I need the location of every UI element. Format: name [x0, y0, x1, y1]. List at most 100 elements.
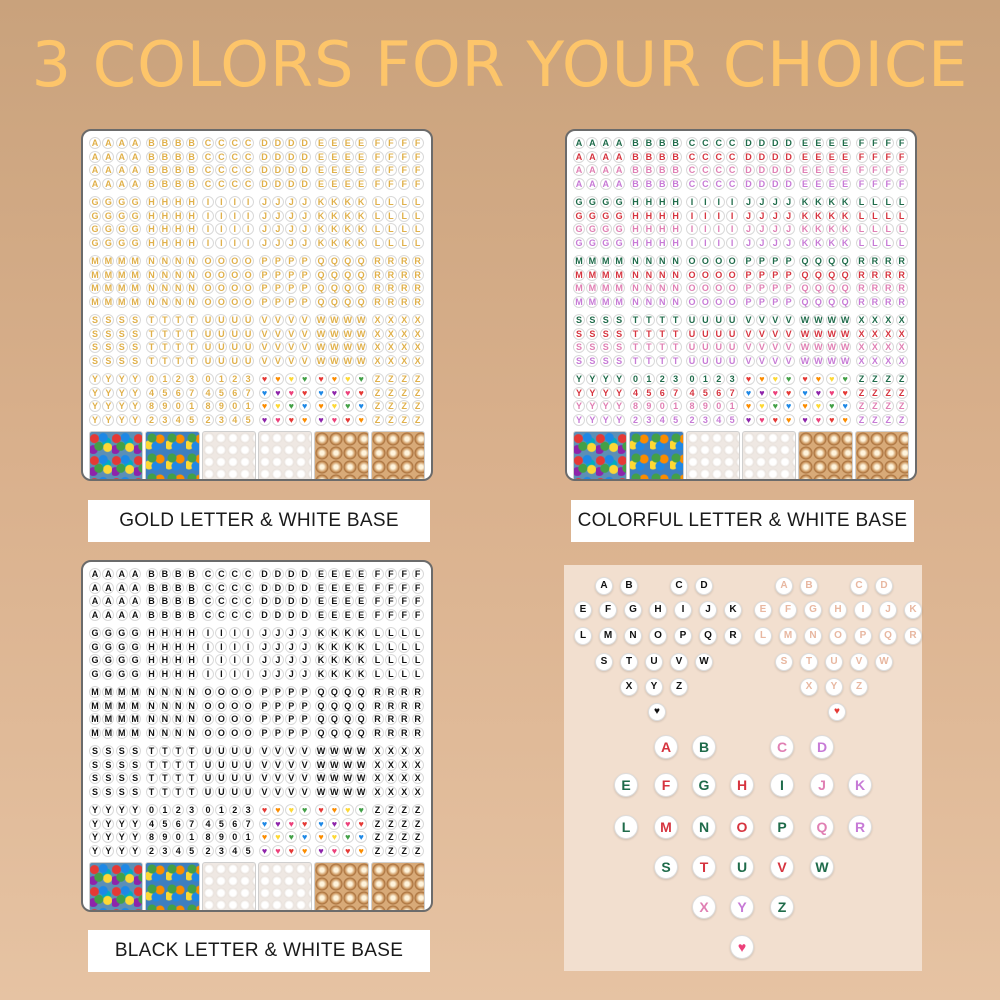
letter-bead: 2 [712, 373, 725, 385]
letter-bead: A [654, 735, 678, 759]
letter-bead: A [599, 137, 612, 149]
compartment: 0123456789012345 [202, 804, 256, 858]
heart-bead: ♥ [285, 413, 298, 426]
letter-bead: L [371, 667, 384, 680]
letter-bead: F [398, 595, 411, 607]
letter-bead: U [242, 314, 255, 326]
letter-bead: Z [371, 844, 384, 857]
letter-bead: F [868, 150, 881, 163]
letter-bead: M [129, 713, 142, 725]
letter-bead: W [355, 314, 368, 326]
letter-bead: G [586, 236, 599, 249]
letter-bead: D [285, 581, 298, 594]
letter-bead: U [686, 354, 698, 367]
letter-bead: U [686, 341, 698, 353]
letter-bead: 8 [145, 831, 158, 843]
heart-bead: ♥ [258, 831, 271, 843]
letter-bead: V [285, 758, 298, 771]
letter-bead: O [242, 726, 255, 739]
letter-bead: C [228, 137, 241, 149]
letter-bead: P [258, 295, 271, 308]
letter-bead: O [242, 686, 255, 698]
letter-bead: R [882, 255, 895, 267]
letter-bead: V [769, 327, 782, 340]
heart-bead: ♥ [355, 400, 368, 412]
letter-bead: 8 [202, 831, 214, 843]
letter-bead: N [158, 295, 171, 308]
letter-bead: U [712, 341, 725, 353]
letter-bead: S [129, 354, 142, 367]
letter-bead: S [89, 745, 101, 757]
letter-bead: T [145, 314, 158, 326]
letter-bead: G [573, 196, 585, 208]
letter-bead: T [185, 745, 198, 757]
letter-bead: V [782, 327, 795, 340]
compartment: HHHHHHHHHHHHHHHH [145, 196, 200, 250]
letter-bead: S [89, 314, 101, 326]
letter-bead: D [742, 137, 755, 149]
letter-bead: N [656, 268, 669, 281]
letter-bead: O [202, 699, 214, 712]
letter-bead: F [371, 164, 384, 176]
letter-bead: W [341, 354, 354, 367]
letter-bead: Z [868, 400, 881, 412]
compartment: PPPPPPPPPPPPPPPP [742, 255, 797, 309]
letter-bead: O [726, 282, 739, 294]
letter-bead: P [271, 282, 284, 294]
heart-bead: ♥ [755, 386, 768, 399]
letter-bead: Z [855, 373, 868, 385]
letter-bead: F [411, 581, 424, 594]
heart-bead: ♥ [341, 400, 354, 412]
letter-bead: G [692, 773, 716, 797]
letter-bead: W [341, 758, 354, 771]
heart-bead: ♥ [328, 400, 341, 412]
letter-bead: W [812, 354, 825, 367]
letter-bead: P [271, 713, 284, 725]
compartment: WWWWWWWWWWWWWWWW [799, 314, 853, 368]
letter-bead: W [328, 758, 341, 771]
letter-bead: N [145, 686, 158, 698]
letter-bead: X [411, 785, 424, 798]
letter-bead: A [586, 137, 599, 149]
heart-bead: ♥ [298, 831, 311, 843]
letter-bead: O [699, 255, 712, 267]
letter-bead: A [115, 608, 128, 621]
letter-bead: M [129, 255, 142, 267]
letter-bead: W [315, 314, 327, 326]
letter-bead: T [629, 354, 642, 367]
letter-bead: B [145, 595, 158, 607]
letter-bead: N [145, 699, 158, 712]
letter-bead: 9 [642, 400, 655, 412]
letter-bead: I [726, 196, 739, 208]
letter-bead: O [228, 255, 241, 267]
letter-bead: F [384, 581, 397, 594]
letter-bead: Z [384, 400, 397, 412]
letter-bead: R [855, 268, 868, 281]
letter-bead: B [185, 137, 198, 149]
letter-bead: X [384, 327, 397, 340]
heart-bead: ♥ [825, 413, 838, 426]
letter-bead: A [573, 137, 585, 149]
letter-bead: D [298, 137, 311, 149]
heart-bead: ♥ [315, 413, 327, 426]
letter-bead: F [384, 177, 397, 190]
letter-bead: P [769, 268, 782, 281]
letter-bead: K [904, 601, 922, 619]
letter-bead: Z [371, 373, 384, 385]
letter-bead: E [355, 164, 368, 176]
letter-bead: B [172, 137, 185, 149]
compartment: JJJJJJJJJJJJJJJJ [258, 627, 313, 681]
letter-bead: Q [879, 627, 897, 645]
letter-bead: M [102, 726, 115, 739]
letter-bead: F [895, 177, 908, 190]
letter-bead: P [755, 255, 768, 267]
letter-bead: Q [355, 726, 368, 739]
letter-compartments: AAAAAAAAAAAAAAAABBBBBBBBBBBBBBBBCCCCCCCC… [89, 568, 425, 858]
letter-bead: Z [882, 413, 895, 426]
letter-bead: R [895, 282, 908, 294]
letter-bead: R [848, 815, 872, 839]
letter-bead: Q [355, 255, 368, 267]
compartment: VVVVVVVVVVVVVVVV [258, 745, 313, 799]
letter-bead: 0 [172, 831, 185, 843]
letter-bead: F [384, 568, 397, 580]
